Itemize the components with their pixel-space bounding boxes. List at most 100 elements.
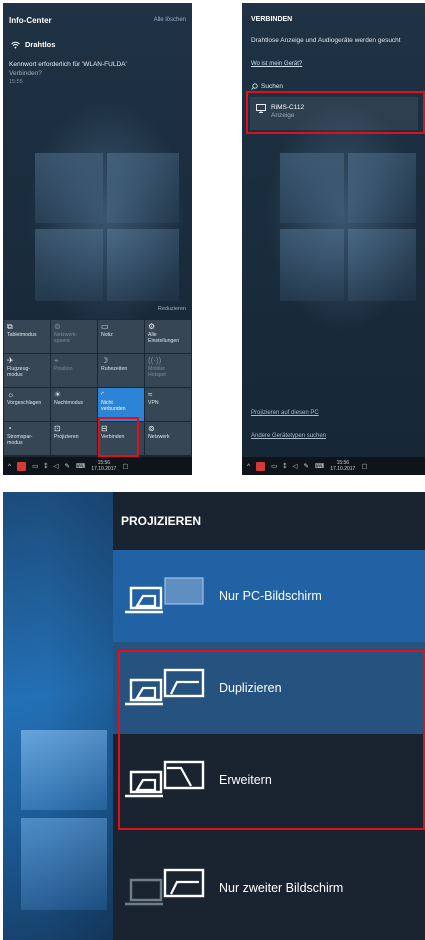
night-icon: ☀ [54, 390, 62, 399]
app-icon[interactable] [17, 461, 27, 471]
action-center-icon[interactable]: ▢ [361, 462, 367, 470]
quick-action-tile[interactable]: ⊟ Verbinden [98, 422, 144, 455]
quick-action-tile[interactable]: ⊡ Projizieren [51, 422, 97, 455]
taskbar-clock[interactable]: 15:56 17.10.2017 [330, 460, 355, 472]
network-icon[interactable]: ⁑ [44, 462, 47, 470]
taskbar-date: 17.10.2017 [91, 466, 117, 472]
quick-action-tile[interactable]: ☼ Vorgeschlagen [4, 388, 50, 421]
other-device-types-link[interactable]: Andere Gerätetypen suchen [251, 433, 326, 439]
quick-action-label: Vorgeschlagen [7, 400, 42, 406]
quick-action-label: Alle Einstellungen [148, 332, 180, 344]
quick-action-tile[interactable]: ☽ Ruhezeiten [98, 354, 144, 387]
taskbar: ^ ▭ ⁑ ◁ ✎ ⌨ 15:56 17.10.2017 ▢ [242, 457, 425, 475]
network-icon: ⊚ [54, 322, 61, 331]
verbinden-title: VERBINDEN [251, 16, 293, 23]
notification-group-label: Drahtlos [25, 40, 56, 49]
device-name: RiMS-C112 [271, 104, 305, 111]
pc-screen-only-icon [125, 577, 204, 614]
connect-icon: ⊟ [101, 424, 108, 433]
keyboard-icon[interactable]: ⌨ [315, 462, 324, 470]
quick-actions-grid: ⧉ Tabletmodus ⊚ Netzwerk- speere ▭ Notiz ⚙ Alle… [3, 319, 192, 457]
quick-action-tile[interactable]: ≈ VPN [145, 388, 191, 421]
quick-action-tile[interactable]: ⊚ Netzwerk- speere [51, 320, 97, 353]
quick-action-tile[interactable]: ✈ Flugzeug- modus [4, 354, 50, 387]
pen-icon[interactable]: ✎ [303, 462, 308, 470]
quick-action-label: Projizieren [54, 434, 79, 440]
quick-action-label: Netzwerk- speere [54, 332, 78, 344]
quick-action-tile[interactable]: ☀ Nachtmodus [51, 388, 97, 421]
quick-action-tile[interactable]: ◔ Stromspar- modus [4, 422, 50, 455]
quick-action-label: Nachtmodus [54, 400, 84, 406]
quick-action-label: Ruhezeiten [101, 366, 128, 372]
pen-icon[interactable]: ✎ [64, 462, 69, 470]
project-flyout: PROJIZIEREN Nur PC-Bildschirm Dupliziere… [113, 492, 425, 940]
battery-icon[interactable]: ▭ [271, 462, 277, 470]
quick-action-label: VPN [148, 400, 159, 406]
vpn-icon: ≈ [148, 390, 153, 399]
quick-action-tile[interactable]: ((·)) Mobiler Hotspot [145, 354, 191, 387]
battery-icon[interactable]: ▭ [32, 462, 38, 470]
quick-action-label: Position [54, 366, 73, 372]
quick-action-label: Flugzeug- modus [7, 366, 31, 378]
device-type: Anzeige [271, 112, 295, 119]
quick-action-label: Netzwerk [148, 434, 170, 440]
monitor-icon [256, 104, 266, 113]
battery-icon: ◔ [7, 424, 12, 433]
tablet-icon: ⧉ [7, 322, 13, 331]
volume-icon[interactable]: ◁ [292, 462, 297, 470]
moon-icon: ☽ [101, 356, 109, 365]
projizieren-panel: PROJIZIEREN Nur PC-Bildschirm Dupliziere… [3, 492, 425, 940]
option-label: Erweitern [219, 773, 272, 787]
show-hidden-icons-icon[interactable]: ^ [247, 463, 250, 470]
show-hidden-icons-icon[interactable]: ^ [8, 463, 11, 470]
quick-action-tile[interactable]: ⧉ Tabletmodus [4, 320, 50, 353]
taskbar: ^ ▭ ⁑ ◁ ✎ ⌨ 15:56 17.10.2017 ▢ [3, 457, 192, 475]
hotspot-icon: ((·)) [148, 356, 162, 365]
quick-action-label: Tabletmodus [7, 332, 37, 338]
action-center-icon[interactable]: ▢ [122, 462, 128, 470]
wifi-password-notification[interactable]: Kennwort erforderlich für 'WLAN-FULDA' V… [9, 60, 187, 87]
project-icon: ⊡ [54, 424, 61, 433]
quick-action-label: Notiz [101, 332, 113, 338]
where-is-device-link[interactable]: Wo ist mein Gerät? [251, 61, 302, 67]
quick-action-tile[interactable]: ▭ Notiz [98, 320, 144, 353]
quick-action-tile[interactable]: ⌖ Position [51, 354, 97, 387]
quick-action-label: Stromspar- modus [7, 434, 33, 446]
option-second-screen-only[interactable]: Nur zweiter Bildschirm [113, 842, 425, 934]
second-screen-only-icon [125, 868, 205, 906]
quick-action-tile[interactable]: ⊚ Netzwerk [145, 422, 191, 455]
keyboard-icon[interactable]: ⌨ [76, 462, 85, 470]
device-item-rims-c112[interactable]: RiMS-C112 Anzeige [250, 97, 418, 130]
option-pc-screen-only[interactable]: Nur PC-Bildschirm [113, 550, 425, 642]
suggest-icon: ☼ [7, 390, 15, 399]
notification-time: 15:55 [9, 79, 23, 85]
airplane-icon: ✈ [7, 356, 14, 365]
gear-icon: ⚙ [148, 322, 156, 331]
network-icon[interactable]: ⁑ [283, 462, 286, 470]
note-icon: ▭ [101, 322, 109, 331]
notification-action: Verbinden? [9, 70, 42, 77]
search-status-text: Drahtlose Anzeige und Audiogeräte werden… [251, 37, 401, 44]
quick-action-tile[interactable]: ◜ Nicht verbunden [98, 388, 144, 421]
duplicate-icon [125, 668, 205, 706]
flyout-title: PROJIZIEREN [121, 514, 202, 528]
wifi-icon: ◜ [101, 390, 105, 399]
search-status: Suchen [251, 83, 283, 90]
info-center-title: Info-Center [9, 16, 52, 25]
network-icon: ⊚ [148, 424, 155, 433]
clear-all-link[interactable]: Alle löschen [154, 17, 186, 23]
app-icon[interactable] [256, 461, 266, 471]
quick-action-tile[interactable]: ⚙ Alle Einstellungen [145, 320, 191, 353]
search-label: Suchen [261, 83, 284, 90]
option-label: Nur zweiter Bildschirm [219, 881, 344, 895]
option-label: Duplizieren [219, 681, 282, 695]
location-icon: ⌖ [54, 356, 59, 365]
search-icon [251, 83, 258, 90]
option-duplicate[interactable]: Duplizieren [113, 642, 425, 734]
option-extend[interactable]: Erweitern [113, 734, 425, 826]
volume-icon[interactable]: ◁ [53, 462, 58, 470]
taskbar-date: 17.10.2017 [330, 466, 356, 472]
taskbar-clock[interactable]: 15:56 17.10.2017 [91, 460, 116, 472]
collapse-link[interactable]: Reduzieren [158, 306, 186, 312]
project-to-pc-link[interactable]: Projizieren auf diesen PC [251, 410, 319, 416]
